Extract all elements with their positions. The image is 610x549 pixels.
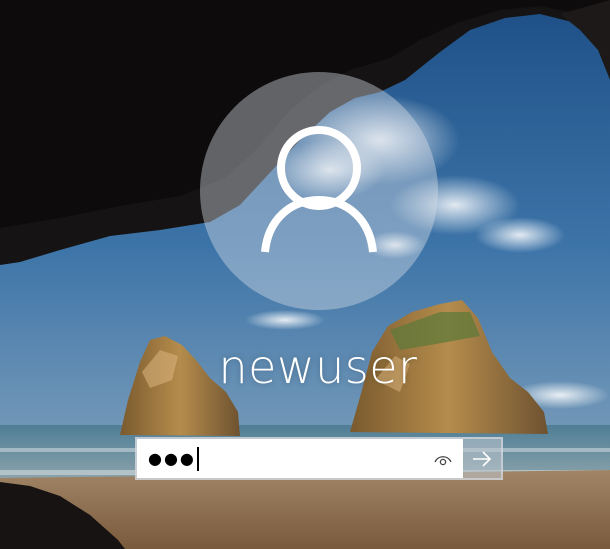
arrow-right-icon (473, 450, 492, 467)
user-silhouette-icon (261, 126, 377, 253)
password-field[interactable]: ●●● (137, 439, 463, 478)
text-caret (196, 446, 199, 471)
password-masked-text: ●●● (148, 449, 196, 468)
lock-screen: newuser ●●● (0, 0, 610, 549)
username-label: newuser (218, 340, 418, 394)
reveal-password-button[interactable] (433, 450, 453, 468)
submit-button[interactable] (463, 439, 501, 478)
eye-icon (434, 456, 452, 466)
user-avatar (200, 72, 438, 310)
password-row: ●●● (135, 437, 503, 480)
